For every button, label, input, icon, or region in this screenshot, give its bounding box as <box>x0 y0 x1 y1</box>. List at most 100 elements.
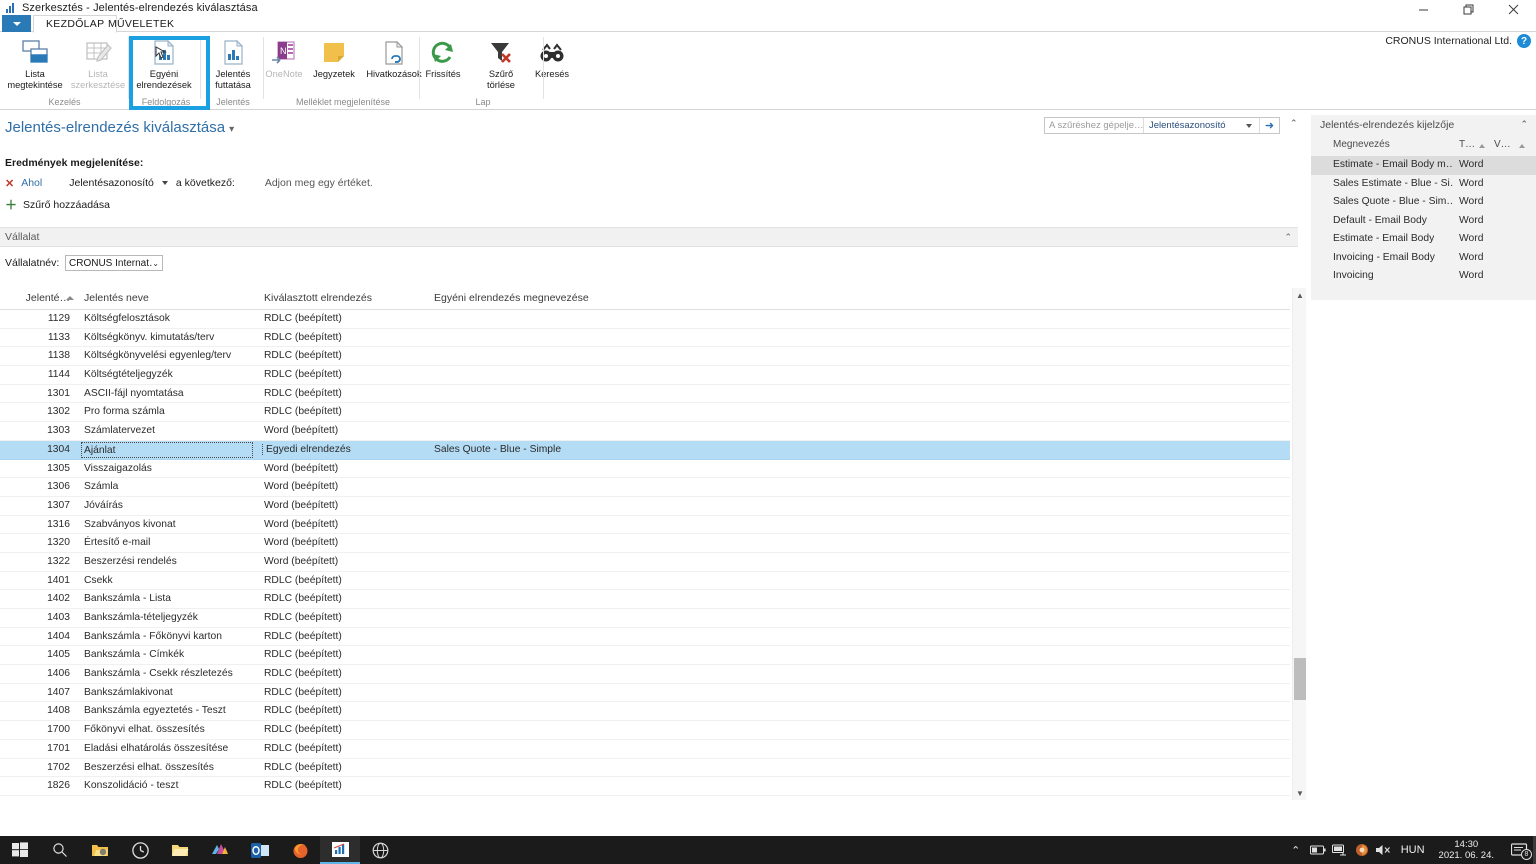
table-row[interactable]: 1306 Számla Word (beépített) <box>0 478 1290 497</box>
company-section-header[interactable]: Vállalat ⌃ <box>0 227 1298 247</box>
clock-date-area[interactable]: 14:30 2021. 06. 24. <box>1431 839 1502 861</box>
factbox-column-v[interactable]: V… <box>1494 139 1511 150</box>
notes-button[interactable]: Jegyzetek <box>306 35 362 97</box>
filter-where-label[interactable]: Ahol <box>21 177 42 189</box>
search-icon[interactable] <box>40 836 80 864</box>
cell-report-id: 1303 <box>47 425 70 437</box>
arrow-right-icon[interactable]: ➜ <box>1259 118 1279 133</box>
column-header-selected-layout[interactable]: Kiválasztott elrendezés <box>264 292 372 304</box>
factbox-item-type: Word <box>1459 233 1484 244</box>
table-vertical-scrollbar[interactable]: ▲ ▼ <box>1292 288 1306 800</box>
cell-selected-layout: RDLC (beépített) <box>264 387 342 399</box>
cell-report-name: Bankszámlakivonat <box>84 686 173 698</box>
table-row[interactable]: 1701 Eladási elhatárolás összesítése RDLC … <box>0 740 1290 759</box>
scroll-down-icon[interactable]: ▼ <box>1293 786 1307 800</box>
application-menu-button[interactable] <box>2 15 31 32</box>
factbox-header: Jelentés-elrendezés kijelzője ⌃ <box>1311 115 1536 135</box>
table-row[interactable]: 1307 Jóváírás Word (beépített) <box>0 497 1290 516</box>
group-caption-jelentes: Jelentés <box>216 97 250 107</box>
table-row[interactable]: 1138 Költségkönyvelési egyenleg/terv RDLC … <box>0 347 1290 367</box>
company-name-combobox[interactable]: CRONUS Internat… ⌄ <box>65 255 163 271</box>
filter-value-input[interactable]: Adjon meg egy értéket. <box>265 177 373 189</box>
table-row[interactable]: 1402 Bankszámla - Lista RDLC (beépített) <box>0 590 1290 609</box>
column-header-custom-layout-name[interactable]: Egyéni elrendezés megnevezése <box>434 292 589 304</box>
dynamics-nav-icon[interactable] <box>320 836 360 864</box>
factbox-list-item[interactable]: Default - Email Body Word <box>1311 212 1536 231</box>
table-row[interactable]: 1303 Számlatervezet Word (beépített) <box>0 422 1290 441</box>
factbox-list-item[interactable]: Estimate - Email Body m… Word <box>1311 156 1536 175</box>
clear-filter-button[interactable]: Szűrő törlése <box>475 35 527 97</box>
table-row[interactable]: 1406 Bankszámla - Csekk részletezés RDLC (… <box>0 665 1290 684</box>
outlook-icon[interactable] <box>240 836 280 864</box>
explorer-folder-icon[interactable] <box>80 836 120 864</box>
table-row[interactable]: 1304 Ajánlat Egyedi elrendezés Sales Quote … <box>0 440 1290 460</box>
refresh-button[interactable]: Frissítés <box>417 35 469 97</box>
filter-pane-collapse-icon[interactable]: ⌃ <box>1290 118 1298 129</box>
network-icon[interactable] <box>1329 836 1351 864</box>
table-row[interactable]: 1403 Bankszámla-tételjegyzék RDLC (beépíte… <box>0 609 1290 628</box>
find-button[interactable]: Keresés <box>526 35 578 97</box>
factbox-item-type: Word <box>1459 214 1484 226</box>
window-title-bar: Szerkesztés - Jelentés-elrendezés kivála… <box>0 0 1536 15</box>
factbox-list-item[interactable]: Estimate - Email Body Word <box>1311 230 1536 249</box>
table-row[interactable]: 1408 Bankszámla egyeztetés - Teszt RDLC (b… <box>0 702 1290 722</box>
factbox-list-item[interactable]: Invoicing Word <box>1311 267 1536 286</box>
table-row[interactable]: 1144 Költségtételjegyzék RDLC (beépített) <box>0 366 1290 385</box>
column-header-report-name[interactable]: Jelentés neve <box>84 292 149 304</box>
refresh-icon <box>430 37 456 68</box>
table-row[interactable]: 1407 Bankszámlakivonat RDLC (beépített) <box>0 684 1290 703</box>
remove-filter-icon[interactable]: ✕ <box>5 177 14 190</box>
table-row[interactable]: 1320 Értesítő e-mail Word (beépített) <box>0 534 1290 553</box>
table-row[interactable]: 1302 Pro forma számla RDLC (beépített) <box>0 403 1290 423</box>
quick-filter-input[interactable]: A szűréshez gépelje… <box>1045 120 1143 131</box>
table-row[interactable]: 1401 Csekk RDLC (beépített) <box>0 572 1290 591</box>
table-row[interactable]: 1322 Beszerzési rendelés Word (beépített) <box>0 553 1290 572</box>
factbox-list-item[interactable]: Sales Estimate - Blue - Si… Word <box>1311 175 1536 194</box>
chevron-up-icon[interactable]: ⌃ <box>1285 836 1307 864</box>
factbox-column-type[interactable]: T… <box>1459 139 1475 150</box>
column-header-report-id[interactable]: Jelenté… <box>18 292 70 304</box>
clock-icon[interactable] <box>120 836 160 864</box>
globe-icon[interactable] <box>360 836 400 864</box>
shield-icon[interactable] <box>1351 836 1373 864</box>
battery-icon[interactable] <box>1307 836 1329 864</box>
factbox-list-item[interactable]: Invoicing - Email Body Word <box>1311 249 1536 268</box>
table-row[interactable]: 1700 Főkönyvi elhat. összesítés RDLC (beép… <box>0 721 1290 740</box>
page-title-dropdown-icon[interactable]: ▾ <box>229 124 234 135</box>
table-row[interactable]: 1404 Bankszámla - Főkönyvi karton RDLC (be… <box>0 628 1290 647</box>
chevron-up-icon[interactable]: ⌃ <box>1520 119 1528 130</box>
table-row[interactable]: 1129 Költségfelosztások RDLC (beépített) <box>0 310 1290 329</box>
visual-studio-icon[interactable] <box>200 836 240 864</box>
table-row[interactable]: 1405 Bankszámla - Címkék RDLC (beépített) <box>0 646 1290 666</box>
scrollbar-thumb[interactable] <box>1294 658 1306 700</box>
scroll-up-icon[interactable]: ▲ <box>1293 288 1307 302</box>
windows-start-icon[interactable] <box>0 836 40 864</box>
chevron-down-icon[interactable] <box>161 181 168 185</box>
tab-muveletek[interactable]: MŰVELETEK <box>96 15 186 32</box>
chevron-up-icon[interactable]: ⌃ <box>1284 232 1292 243</box>
factbox-list-item[interactable]: Sales Quote - Blue - Sim… Word <box>1311 193 1536 212</box>
chevron-down-icon[interactable] <box>1246 123 1252 128</box>
table-row[interactable]: 1301 ASCII-fájl nyomtatása RDLC (beépített… <box>0 385 1290 404</box>
table-row[interactable]: 1826 Konszolidáció - teszt RDLC (beépített… <box>0 777 1290 796</box>
factbox-column-name[interactable]: Megnevezés <box>1333 139 1390 150</box>
firefox-icon[interactable] <box>280 836 320 864</box>
cell-selected-layout: Word (beépített) <box>264 462 339 474</box>
cell-selected-layout: RDLC (beépített) <box>264 406 342 418</box>
view-list-button[interactable]: Lista megtekintése <box>2 35 68 97</box>
add-filter-button[interactable]: ＋ Szűrő hozzáadása <box>5 196 110 213</box>
action-center-icon[interactable]: 8 <box>1502 836 1536 864</box>
factbox-item-name: Sales Quote - Blue - Sim… <box>1333 196 1453 207</box>
table-row[interactable]: 1133 Költségkönyv. kimutatás/terv RDLC (be… <box>0 329 1290 348</box>
input-language-indicator[interactable]: HUN <box>1395 844 1431 856</box>
file-explorer-icon[interactable] <box>160 836 200 864</box>
table-row[interactable]: 1316 Szabványos kivonat Word (beépített) <box>0 516 1290 535</box>
quick-filter-box[interactable]: A szűréshez gépelje… Jelentésazonosító ➜ <box>1044 117 1280 134</box>
volume-muted-icon[interactable] <box>1373 836 1395 864</box>
run-report-button[interactable]: Jelentés futtatása <box>200 35 266 97</box>
table-row[interactable]: 1702 Beszerzési elhat. összesítés RDLC (be… <box>0 759 1290 778</box>
custom-layouts-button[interactable]: Egyéni elrendezések <box>131 35 197 97</box>
filter-field-label[interactable]: Jelentésazonosító <box>69 177 154 189</box>
quick-filter-field[interactable]: Jelentésazonosító <box>1144 120 1246 131</box>
table-row[interactable]: 1305 Visszaigazolás Word (beépített) <box>0 460 1290 479</box>
